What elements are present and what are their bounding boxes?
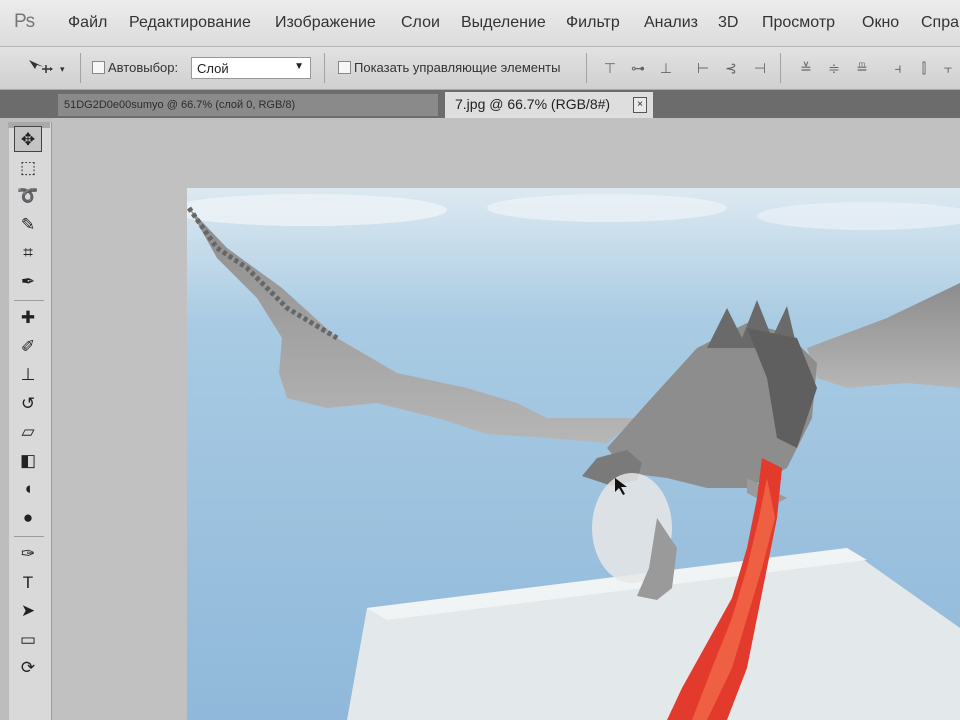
distribute-bottom-icon[interactable]: ≞ <box>854 59 870 77</box>
align-top-icon[interactable]: ⊤ <box>602 59 618 77</box>
document-tab-active[interactable]: 7.jpg @ 66.7% (RGB/8#) × <box>445 92 653 118</box>
tools-separator <box>14 300 44 301</box>
path-selection-tool-icon[interactable]: ➤ <box>14 598 42 624</box>
eyedropper-tool-icon[interactable]: ✒ <box>14 269 42 295</box>
menu-filter[interactable]: Фильтр <box>566 14 620 32</box>
document-tab-active-label: 7.jpg @ 66.7% (RGB/8#) <box>455 96 611 112</box>
dodge-tool-icon[interactable]: ● <box>14 505 42 531</box>
crop-tool-icon[interactable]: ⌗ <box>14 240 42 266</box>
lasso-tool-icon[interactable]: ➰ <box>14 183 42 209</box>
menu-bar: Ps Файл Редактирование Изображение Слои … <box>0 0 960 47</box>
distribute-horizontal-center-icon[interactable]: ⫿ <box>916 59 932 77</box>
move-tool-icon[interactable] <box>26 57 56 82</box>
3d-rotate-tool-icon[interactable]: ⟳ <box>14 655 42 681</box>
document-canvas[interactable] <box>187 188 960 720</box>
gradient-tool-icon[interactable]: ◧ <box>14 448 42 474</box>
photoshop-logo: Ps <box>14 11 35 32</box>
show-transform-checkbox[interactable] <box>338 61 351 74</box>
align-horizontal-center-icon[interactable]: ⊰ <box>723 59 739 77</box>
quick-selection-tool-icon[interactable]: ✎ <box>14 212 42 238</box>
distribute-right-icon[interactable]: ⫟ <box>940 59 956 77</box>
autoselect-checkbox[interactable] <box>92 61 105 74</box>
align-right-icon[interactable]: ⊣ <box>752 59 768 77</box>
distribute-top-icon[interactable]: ≚ <box>798 59 814 77</box>
blur-tool-icon[interactable]: ◖ <box>14 476 42 502</box>
type-tool-icon[interactable]: T <box>14 570 42 596</box>
history-brush-tool-icon[interactable]: ↺ <box>14 391 42 417</box>
menu-analysis[interactable]: Анализ <box>644 14 698 32</box>
close-tab-icon[interactable]: × <box>633 97 647 113</box>
eraser-tool-icon[interactable]: ▱ <box>14 419 42 445</box>
distribute-left-icon[interactable]: ⫞ <box>890 59 906 77</box>
menu-window[interactable]: Окно <box>862 14 899 32</box>
align-left-icon[interactable]: ⊢ <box>695 59 711 77</box>
menu-edit[interactable]: Редактирование <box>129 14 251 32</box>
align-vertical-center-icon[interactable]: ⊶ <box>630 59 646 77</box>
menu-help[interactable]: Спра <box>921 14 959 32</box>
marquee-tool-icon[interactable]: ⬚ <box>14 155 42 181</box>
healing-brush-tool-icon[interactable]: ✚ <box>14 305 42 331</box>
select-arrow-icon: ▼ <box>294 61 304 72</box>
autoselect-select[interactable]: Слой ▼ <box>191 57 311 79</box>
brush-tool-icon[interactable]: ✐ <box>14 334 42 360</box>
align-bottom-icon[interactable]: ⊥ <box>658 59 674 77</box>
document-tab-inactive-label: 51DG2D0e00sumyo @ 66.7% (слой 0, RGB/8) <box>64 99 296 111</box>
autoselect-value: Слой <box>197 61 229 76</box>
clone-stamp-tool-icon[interactable]: ⊥ <box>14 362 42 388</box>
menu-image[interactable]: Изображение <box>275 14 376 32</box>
menu-select[interactable]: Выделение <box>461 14 546 32</box>
document-tab-inactive[interactable]: 51DG2D0e00sumyo @ 66.7% (слой 0, RGB/8) <box>58 94 438 116</box>
autoselect-label: Автовыбор: <box>108 60 179 75</box>
pen-tool-icon[interactable]: ✑ <box>14 541 42 567</box>
tool-preset-dropdown-icon[interactable]: ▾ <box>60 64 65 75</box>
dragon-artwork <box>187 188 960 720</box>
move-tool-icon[interactable]: ✥ <box>14 126 42 152</box>
menu-layers[interactable]: Слои <box>401 14 440 32</box>
show-transform-label: Показать управляющие элементы <box>354 60 561 75</box>
menu-file[interactable]: Файл <box>68 14 107 32</box>
distribute-vertical-center-icon[interactable]: ≑ <box>826 59 842 77</box>
rectangle-tool-icon[interactable]: ▭ <box>14 627 42 653</box>
menu-view[interactable]: Просмотр <box>762 14 835 32</box>
menu-3d[interactable]: 3D <box>718 14 738 32</box>
tools-separator <box>14 536 44 537</box>
